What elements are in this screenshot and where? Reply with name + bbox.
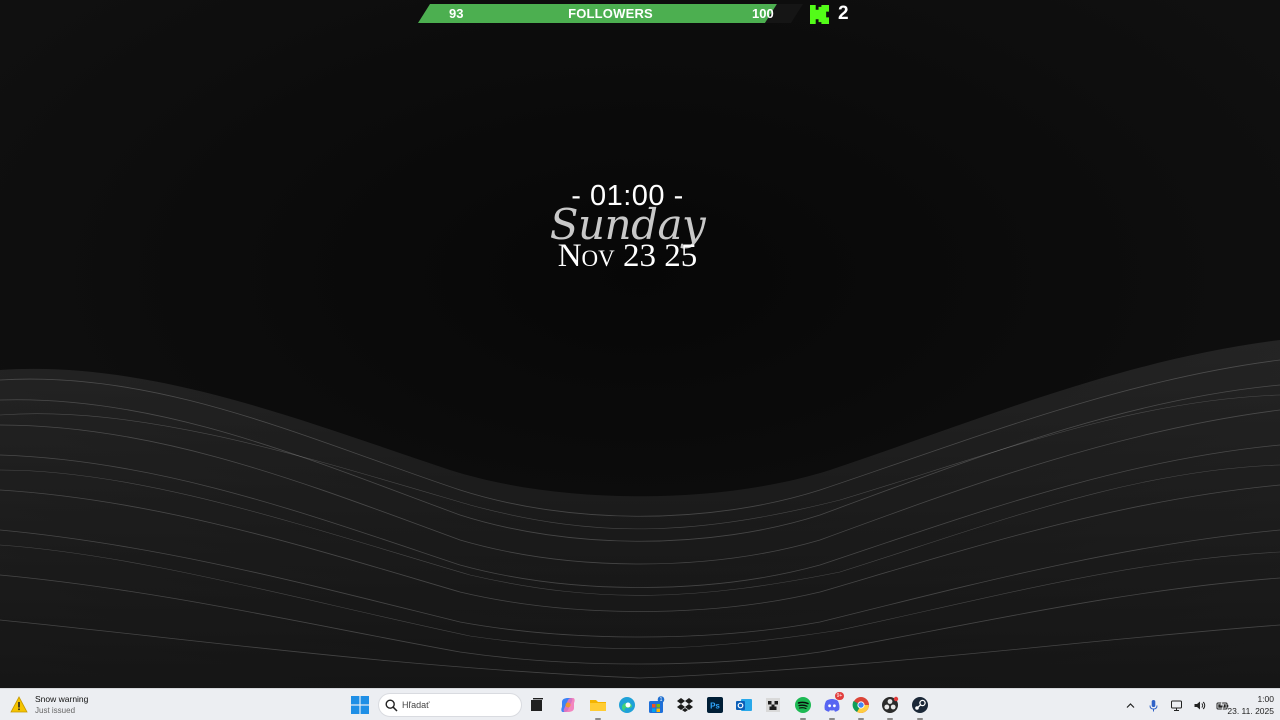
chevron-up-icon[interactable] <box>1124 699 1137 712</box>
windows-logo-icon[interactable] <box>351 696 369 714</box>
followers-current: 93 <box>449 6 464 21</box>
microphone-icon[interactable] <box>1147 699 1160 712</box>
minecraft-icon <box>766 698 780 712</box>
copilot-button[interactable] <box>557 694 579 716</box>
followers-goal: 100 <box>752 6 774 21</box>
spotify-button[interactable] <box>792 694 814 720</box>
taskbar-clock[interactable]: 1:00 23. 11. 2025 <box>1212 693 1274 717</box>
discord-badge: 9+ <box>835 692 844 700</box>
chrome-icon <box>852 697 869 714</box>
task-view-button[interactable] <box>526 694 548 716</box>
followers-goal-bar: FOLLOWERS 93 100 <box>418 4 803 23</box>
snow-warning-icon <box>10 696 28 713</box>
store-badge: 1 <box>660 697 663 703</box>
desktop-wallpaper <box>0 0 1280 688</box>
edge-button[interactable] <box>616 694 638 716</box>
obs-studio-button[interactable] <box>879 694 901 720</box>
folder-icon <box>590 700 606 711</box>
volume-icon[interactable] <box>1193 699 1206 712</box>
clock-time: - 01:00 - <box>571 180 684 212</box>
kick-logo-icon <box>810 4 829 24</box>
task-view-icon <box>531 698 543 711</box>
weather-title: Snow warning <box>35 694 89 704</box>
taskbar-date: 23. 11. 2025 <box>1227 706 1274 716</box>
dropbox-button[interactable] <box>674 694 696 716</box>
dropbox-icon <box>677 698 693 712</box>
microsoft-store-button[interactable]: 1 <box>645 694 667 716</box>
outlook-icon <box>736 699 752 711</box>
outlook-button[interactable] <box>733 694 755 716</box>
search-icon <box>385 699 398 712</box>
search-input[interactable]: Hľadať <box>378 693 522 717</box>
weather-widget[interactable]: Snow warning Just issued <box>10 693 88 717</box>
store-icon: 1 <box>649 696 665 713</box>
network-icon[interactable] <box>1170 699 1183 712</box>
search-placeholder: Hľadať <box>402 700 430 710</box>
followers-label: FOLLOWERS <box>568 6 653 21</box>
obs-icon <box>882 696 899 713</box>
kick-count: 2 <box>838 3 849 24</box>
taskbar: Snow warning Just issued Hľadať 1 Ps 9+ … <box>0 688 1280 720</box>
chrome-button[interactable] <box>850 694 872 720</box>
weather-subtitle: Just issued <box>35 706 76 715</box>
taskbar-time: 1:00 <box>1257 694 1274 704</box>
minecraft-button[interactable] <box>762 694 784 716</box>
kick-widget: 2 <box>810 3 849 25</box>
clock-date: Nov 23 25 <box>557 238 698 274</box>
clock-widget: - 01:00 - Sunday Nov 23 25 <box>490 178 765 278</box>
svg-text:Ps: Ps <box>710 702 720 711</box>
steam-button[interactable] <box>909 694 931 720</box>
photoshop-button[interactable]: Ps <box>704 694 726 716</box>
steam-icon <box>912 697 928 713</box>
photoshop-icon: Ps <box>707 697 723 713</box>
file-explorer-button[interactable] <box>587 694 609 720</box>
edge-icon <box>619 697 635 713</box>
spotify-icon <box>795 697 811 713</box>
copilot-icon <box>561 698 575 712</box>
